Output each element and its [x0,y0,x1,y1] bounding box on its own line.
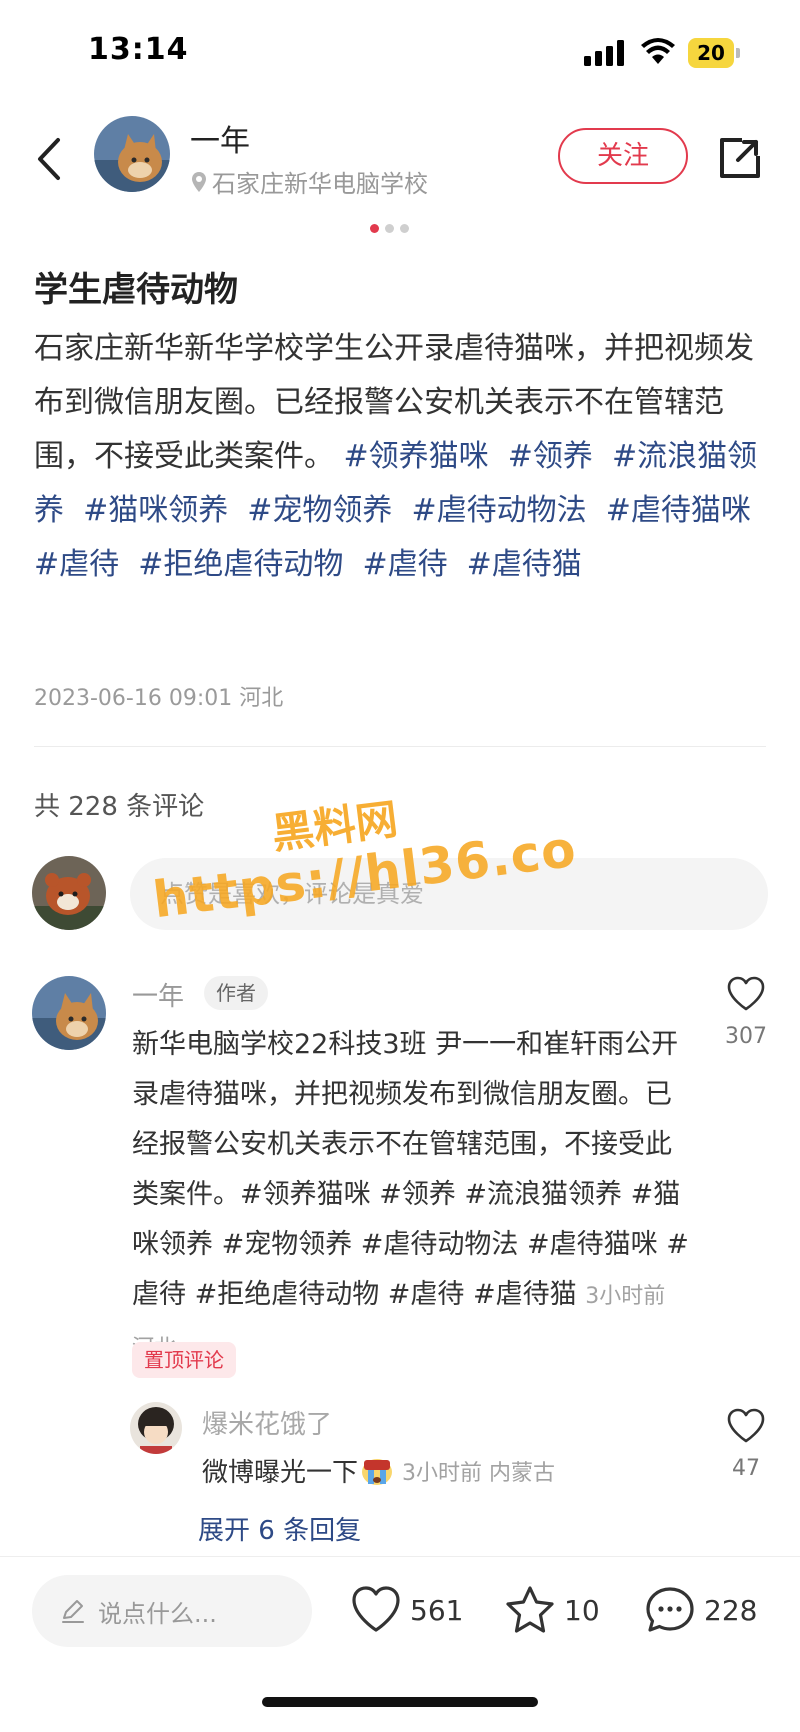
pen-icon [62,1600,84,1623]
location-text: 石家庄新华电脑学校 [212,170,428,198]
comment-count: 共 228 条评论 [34,792,205,822]
hashtag[interactable]: #拒绝虐待动物 [138,547,343,582]
comment-button[interactable]: 228 [644,1585,757,1635]
reply-author-avatar[interactable] [130,1402,182,1454]
author-badge: 作者 [204,976,268,1010]
pinned-badge: 置顶评论 [132,1342,236,1378]
collect-button[interactable]: 10 [504,1585,600,1635]
share-icon[interactable] [716,134,764,182]
reply-author-name[interactable]: 爆米花饿了 [202,1404,332,1441]
comment-total-count: 228 [704,1593,758,1627]
chat-bubble-icon [646,1587,694,1632]
battery-indicator: 20 [688,38,740,68]
signal-icon [584,40,624,66]
hashtag[interactable]: #猫咪领养 [83,493,228,528]
carousel-dot [400,224,409,233]
reply-body: 微博曝光一下 [202,1458,359,1488]
hashtag[interactable]: #虐待 [34,547,119,582]
crying-emoji-icon [362,1458,393,1485]
hashtag[interactable]: #虐待猫咪 [606,493,751,528]
carousel-dot [385,224,394,233]
location-pin-icon [192,171,206,192]
hashtag[interactable]: #领养 [508,439,593,474]
back-arrow-icon[interactable] [34,136,64,182]
like-count: 561 [410,1593,464,1627]
star-icon [506,1586,554,1633]
status-time: 13:14 [88,32,189,67]
hashtag[interactable]: #领养猫咪 [344,439,489,474]
comment-text: 新华电脑学校22科技3班 尹一一和崔轩雨公开录虐待猫咪，并把视频发布到微信朋友圈… [132,1020,692,1374]
divider [34,746,766,747]
hashtag[interactable]: #虐待动物法 [412,493,587,528]
status-bar: 13:14 20 [0,0,800,104]
post-region: 河北 [239,686,284,711]
watermark-title: 黑料网 [269,794,401,859]
reply-text: 微博曝光一下 3小时前 内蒙古 [202,1452,555,1489]
post-meta: 2023-06-16 09:01 河北 [34,680,283,712]
bottom-action-bar: 说点什么... 561 10 228 [0,1556,800,1732]
post-body: 石家庄新华新华学校学生公开录虐待猫咪，并把视频发布到微信朋友圈。已经报警公安机关… [34,322,764,592]
hashtag[interactable]: #虐待猫 [467,547,582,582]
heart-icon[interactable] [726,1408,766,1444]
follow-button[interactable]: 关注 [558,128,688,184]
carousel-indicator [370,224,409,233]
reply-meta: 3小时前 内蒙古 [402,1460,556,1486]
author-name[interactable]: 一年 [190,116,250,160]
comment-author-name[interactable]: 一年 [132,976,184,1013]
reply-like-count: 47 [732,1456,760,1481]
comment-input[interactable] [130,858,768,930]
post-title: 学生虐待动物 [34,270,238,310]
author-avatar[interactable] [94,116,170,192]
author-location[interactable]: 石家庄新华电脑学校 [190,164,428,199]
current-user-avatar [32,856,106,930]
hashtag[interactable]: #虐待 [362,547,447,582]
expand-replies-link[interactable]: 展开 6 条回复 [198,1510,361,1547]
say-something-input[interactable]: 说点什么... [32,1575,312,1647]
comment-body: 新华电脑学校22科技3班 尹一一和崔轩雨公开录虐待猫咪，并把视频发布到微信朋友圈… [132,1029,689,1310]
heart-icon[interactable] [726,976,766,1012]
comment-like-count: 307 [725,1024,767,1049]
battery-level: 20 [697,41,725,65]
like-button[interactable]: 561 [350,1585,463,1635]
post-date: 2023-06-16 09:01 [34,686,233,711]
carousel-dot-active [370,224,379,233]
wifi-icon [641,38,675,64]
post-header: 一年 石家庄新华电脑学校 关注 [0,104,800,214]
comment-author-avatar[interactable] [32,976,106,1050]
collect-count: 10 [564,1593,600,1627]
say-something-placeholder: 说点什么... [98,1599,217,1628]
heart-icon [352,1586,400,1632]
home-indicator [262,1697,538,1707]
hashtag[interactable]: #宠物领养 [247,493,392,528]
